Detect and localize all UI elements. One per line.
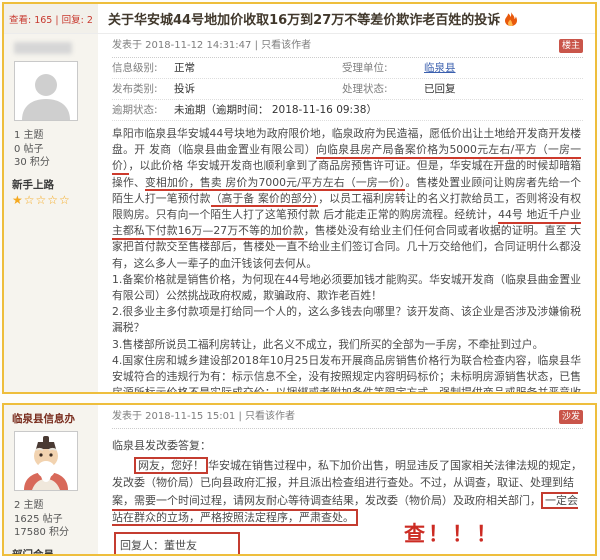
post2-username[interactable]: 临泉县信息办 bbox=[12, 411, 90, 426]
reply-heading: 临泉县发改委答复： bbox=[112, 437, 583, 455]
info-row: 逾期状态: 未逾期（逾期时间： 2018-11-16 09:38） bbox=[112, 100, 583, 121]
info-value-status: 已回复 bbox=[424, 79, 456, 99]
info-label-unit: 受理单位: bbox=[342, 58, 424, 78]
post2-author-stats: 2 主题 1625 帖子 17580 积分 bbox=[14, 499, 90, 540]
post2-panel: 临泉县信息办 2 主题 1625 帖子 bbox=[2, 403, 597, 556]
post1-list-item-2: 2.很多业主多付款项是打给同一个人的，这么多钱去向哪里？该开发商、该企业是否涉及… bbox=[112, 304, 581, 336]
red-boxed-greeting: 网友，您好！ bbox=[134, 457, 208, 474]
red-underlined-text: 变相加价，售卖 房价为7000元/平方左右（一房一价） bbox=[145, 176, 405, 192]
info-value-level: 正常 bbox=[174, 58, 342, 78]
post1-list-item-4: 4.国家住房和城乡建设部2018年10月25日发布开展商品房销售价格行为联合检查… bbox=[112, 353, 581, 392]
info-label-status: 处理状态: bbox=[342, 79, 424, 99]
post2-main: 发表于 2018-11-15 15:01 | 只看该作者 沙发 临泉县发改委答复… bbox=[98, 405, 595, 554]
post2-rank: 部门会员 bbox=[12, 547, 90, 557]
post2-avatar[interactable] bbox=[14, 431, 78, 491]
info-row: 发布类别: 投诉 处理状态: 已回复 bbox=[112, 79, 583, 100]
thread-title: 关于华安城44号地加价收取16万到27万不等差价欺诈老百姓的投诉 bbox=[108, 9, 500, 28]
info-row: 信息级别: 正常 受理单位: 临泉县 bbox=[112, 58, 583, 79]
post1-list-item-3: 3.售楼部所说员工福利房转让，此名义不成立，我们所买的全部为一手房，不牵扯到过户… bbox=[112, 337, 581, 353]
author-username-redacted[interactable] bbox=[14, 42, 72, 54]
thread-header: 查看: 165 | 回复: 2 关于华安城44号地加价收取16万到27万不等差价… bbox=[4, 4, 595, 34]
post2-points: 17580 积分 bbox=[14, 526, 90, 540]
investigate-stamp: 查！！！ bbox=[404, 518, 500, 548]
replier-name: 回复人：董世友 bbox=[120, 536, 224, 555]
replier-contact-box: 回复人：董世友 办公电话：6583892 bbox=[114, 532, 240, 555]
post2-posts: 1625 帖子 bbox=[14, 513, 90, 527]
post1-body: 阜阳市临泉县华安城44号块地为政府限价地，临泉政府为民造福，愿低价出让土地给开发… bbox=[112, 121, 583, 392]
official-reply: 临泉县发改委答复： 网友，您好！华安城在销售过程中，私下加价出售，明显违反了国家… bbox=[112, 429, 583, 554]
thread-title-bar: 关于华安城44号地加价收取16万到27万不等差价欺诈老百姓的投诉 bbox=[98, 4, 595, 33]
post1-list-item-1: 1.备案价格就是销售价格，为何现在44号地必须要加钱才能购买。华安城开发商（临泉… bbox=[112, 272, 581, 304]
post2-date: 发表于 2018-11-15 15:01 bbox=[112, 411, 235, 422]
view-author-only-link[interactable]: 只看该作者 bbox=[245, 411, 295, 422]
post1-date: 发表于 2018-11-12 14:31:47 bbox=[112, 40, 251, 51]
person-silhouette-icon bbox=[18, 68, 74, 120]
author-avatar[interactable] bbox=[14, 61, 78, 121]
post2-author-sidebar: 临泉县信息办 2 主题 1625 帖子 bbox=[4, 405, 98, 554]
flame-icon bbox=[505, 12, 517, 26]
post1-panel: 查看: 165 | 回复: 2 关于华安城44号地加价收取16万到27万不等差价… bbox=[2, 2, 597, 394]
author-stats: 1 主题 0 帖子 30 积分 bbox=[14, 129, 90, 170]
info-label-level: 信息级别: bbox=[112, 58, 174, 78]
elder-deity-avatar-icon bbox=[18, 436, 74, 490]
post2-dateline: 发表于 2018-11-15 15:01 | 只看该作者 沙发 bbox=[112, 405, 583, 429]
author-topics: 1 主题 bbox=[14, 129, 90, 143]
post1-main: 发表于 2018-11-12 14:31:47 | 只看该作者 楼主 信息级别:… bbox=[98, 34, 595, 392]
author-posts: 0 帖子 bbox=[14, 143, 90, 157]
info-label-overdue: 逾期状态: bbox=[112, 100, 174, 120]
post2-topics: 2 主题 bbox=[14, 499, 90, 513]
red-underlined-text: （高于备 案价的部分） bbox=[211, 192, 319, 208]
view-author-only-link[interactable]: 只看该作者 bbox=[261, 40, 311, 51]
post1-author-sidebar: 1 主题 0 帖子 30 积分 新手上路 ★☆☆☆☆ bbox=[4, 34, 98, 392]
post1-paragraph: 阜阳市临泉县华安城44号块地为政府限价地，临泉政府为民造福，愿低价出让土地给开发… bbox=[112, 126, 581, 272]
author-points: 30 积分 bbox=[14, 156, 90, 170]
post1-dateline: 发表于 2018-11-12 14:31:47 | 只看该作者 楼主 bbox=[112, 34, 583, 58]
author-rank: 新手上路 bbox=[12, 177, 90, 192]
info-label-category: 发布类别: bbox=[112, 79, 174, 99]
reply-paragraph: 网友，您好！华安城在销售过程中，私下加价出售，明显违反了国家相关法律法规的规定，… bbox=[112, 457, 583, 527]
complaint-info-table: 信息级别: 正常 受理单位: 临泉县 发布类别: 投诉 处理状态: 已回复 逾期… bbox=[112, 58, 583, 121]
view-reply-counts: 查看: 165 | 回复: 2 bbox=[4, 4, 98, 33]
post1-floor-badge[interactable]: 楼主 bbox=[559, 39, 583, 53]
accepting-unit-link[interactable]: 临泉县 bbox=[424, 58, 456, 78]
info-value-category: 投诉 bbox=[174, 79, 342, 99]
author-star-rating: ★☆☆☆☆ bbox=[12, 193, 90, 207]
post2-floor-badge[interactable]: 沙发 bbox=[559, 410, 583, 424]
info-value-overdue: 未逾期（逾期时间： 2018-11-16 09:38） bbox=[174, 100, 377, 120]
